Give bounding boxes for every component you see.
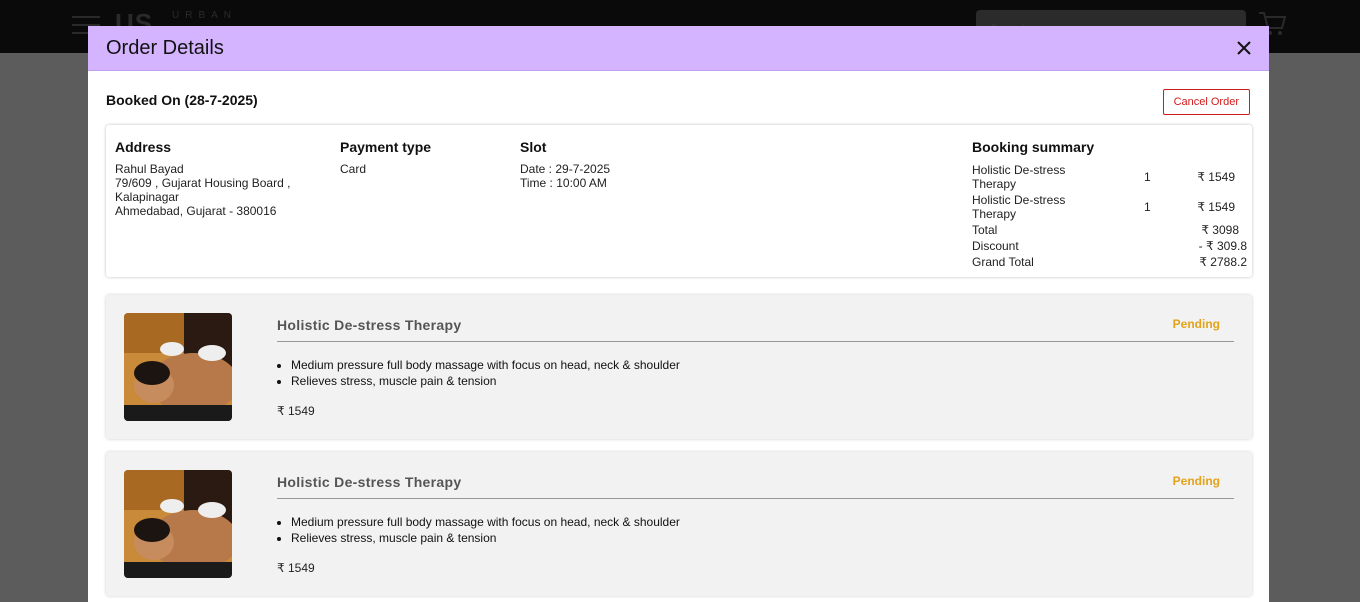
service-price: ₹ 1549 — [277, 561, 315, 575]
list-item: Medium pressure full body massage with f… — [291, 514, 680, 530]
discount-label: Discount — [972, 239, 1019, 253]
summary-grand-total-row: Grand Total ₹ 2788.2 — [972, 254, 1247, 270]
divider — [277, 341, 1234, 342]
address-line1: 79/609 , Gujarat Housing Board , — [115, 176, 291, 190]
order-details-modal: Order Details Booked On (28-7-2025) Canc… — [88, 26, 1269, 602]
site-logo-subtitle: URBAN — [172, 10, 238, 21]
total-value: ₹ 3098 — [1201, 223, 1239, 237]
service-features-list: Medium pressure full body massage with f… — [291, 357, 680, 389]
address-line2: Kalapinagar — [115, 190, 180, 204]
service-image — [124, 313, 232, 421]
cancel-order-button[interactable]: Cancel Order — [1162, 89, 1250, 115]
summary-item-name: Holistic De-stress Therapy — [972, 163, 1066, 191]
grand-total-label: Grand Total — [972, 255, 1034, 269]
summary-discount-row: Discount - ₹ 309.8 — [972, 238, 1247, 254]
address-section: Address Rahul Bayad 79/609 , Gujarat Hou… — [115, 139, 315, 218]
summary-item-name: Holistic De-stress Therapy — [972, 193, 1066, 221]
summary-item-qty: 1 — [1144, 170, 1151, 184]
slot-date: Date : 29-7-2025 — [520, 162, 611, 176]
summary-item-price: ₹ 1549 — [1197, 170, 1235, 184]
slot-section: Slot Date : 29-7-2025 Time : 10:00 AM — [520, 139, 720, 190]
booked-on-date: Booked On (28-7-2025) — [106, 92, 258, 108]
modal-title: Order Details — [106, 36, 224, 59]
order-info-card: Address Rahul Bayad 79/609 , Gujarat Hou… — [106, 125, 1252, 277]
list-item: Relieves stress, muscle pain & tension — [291, 373, 680, 389]
list-item: Medium pressure full body massage with f… — [291, 357, 680, 373]
payment-heading: Payment type — [340, 139, 432, 155]
slot-heading: Slot — [520, 139, 547, 155]
summary-item-row: Holistic De-stress Therapy 1 ₹ 1549 — [972, 162, 1247, 192]
close-button[interactable] — [1233, 37, 1255, 59]
address-name: Rahul Bayad — [115, 162, 184, 176]
service-price: ₹ 1549 — [277, 404, 315, 418]
booking-summary-section: Booking summary Holistic De-stress Thera… — [972, 139, 1247, 270]
summary-item-price: ₹ 1549 — [1197, 200, 1235, 214]
service-image — [124, 470, 232, 578]
summary-heading: Booking summary — [972, 139, 1095, 155]
address-heading: Address — [115, 139, 172, 155]
service-title: Holistic De-stress Therapy — [277, 474, 462, 490]
modal-header: Order Details — [88, 26, 1269, 71]
service-title: Holistic De-stress Therapy — [277, 317, 462, 333]
status-badge: Pending — [1172, 474, 1220, 488]
slot-time: Time : 10:00 AM — [520, 176, 607, 190]
service-card: Holistic De-stress Therapy Pending Mediu… — [106, 452, 1252, 596]
list-item: Relieves stress, muscle pain & tension — [291, 530, 680, 546]
address-line3: Ahmedabad, Gujarat - 380016 — [115, 204, 277, 218]
summary-total-row: Total ₹ 3098 — [972, 222, 1247, 238]
total-label: Total — [972, 223, 998, 237]
service-features-list: Medium pressure full body massage with f… — [291, 514, 680, 546]
divider — [277, 498, 1234, 499]
payment-section: Payment type Card — [340, 139, 490, 176]
discount-value: - ₹ 309.8 — [1198, 239, 1247, 253]
close-icon — [1237, 41, 1251, 55]
status-badge: Pending — [1172, 317, 1220, 331]
summary-item-row: Holistic De-stress Therapy 1 ₹ 1549 — [972, 192, 1247, 222]
summary-item-qty: 1 — [1144, 200, 1151, 214]
payment-type-value: Card — [340, 162, 367, 176]
service-card: Holistic De-stress Therapy Pending Mediu… — [106, 295, 1252, 439]
grand-total-value: ₹ 2788.2 — [1199, 255, 1247, 269]
